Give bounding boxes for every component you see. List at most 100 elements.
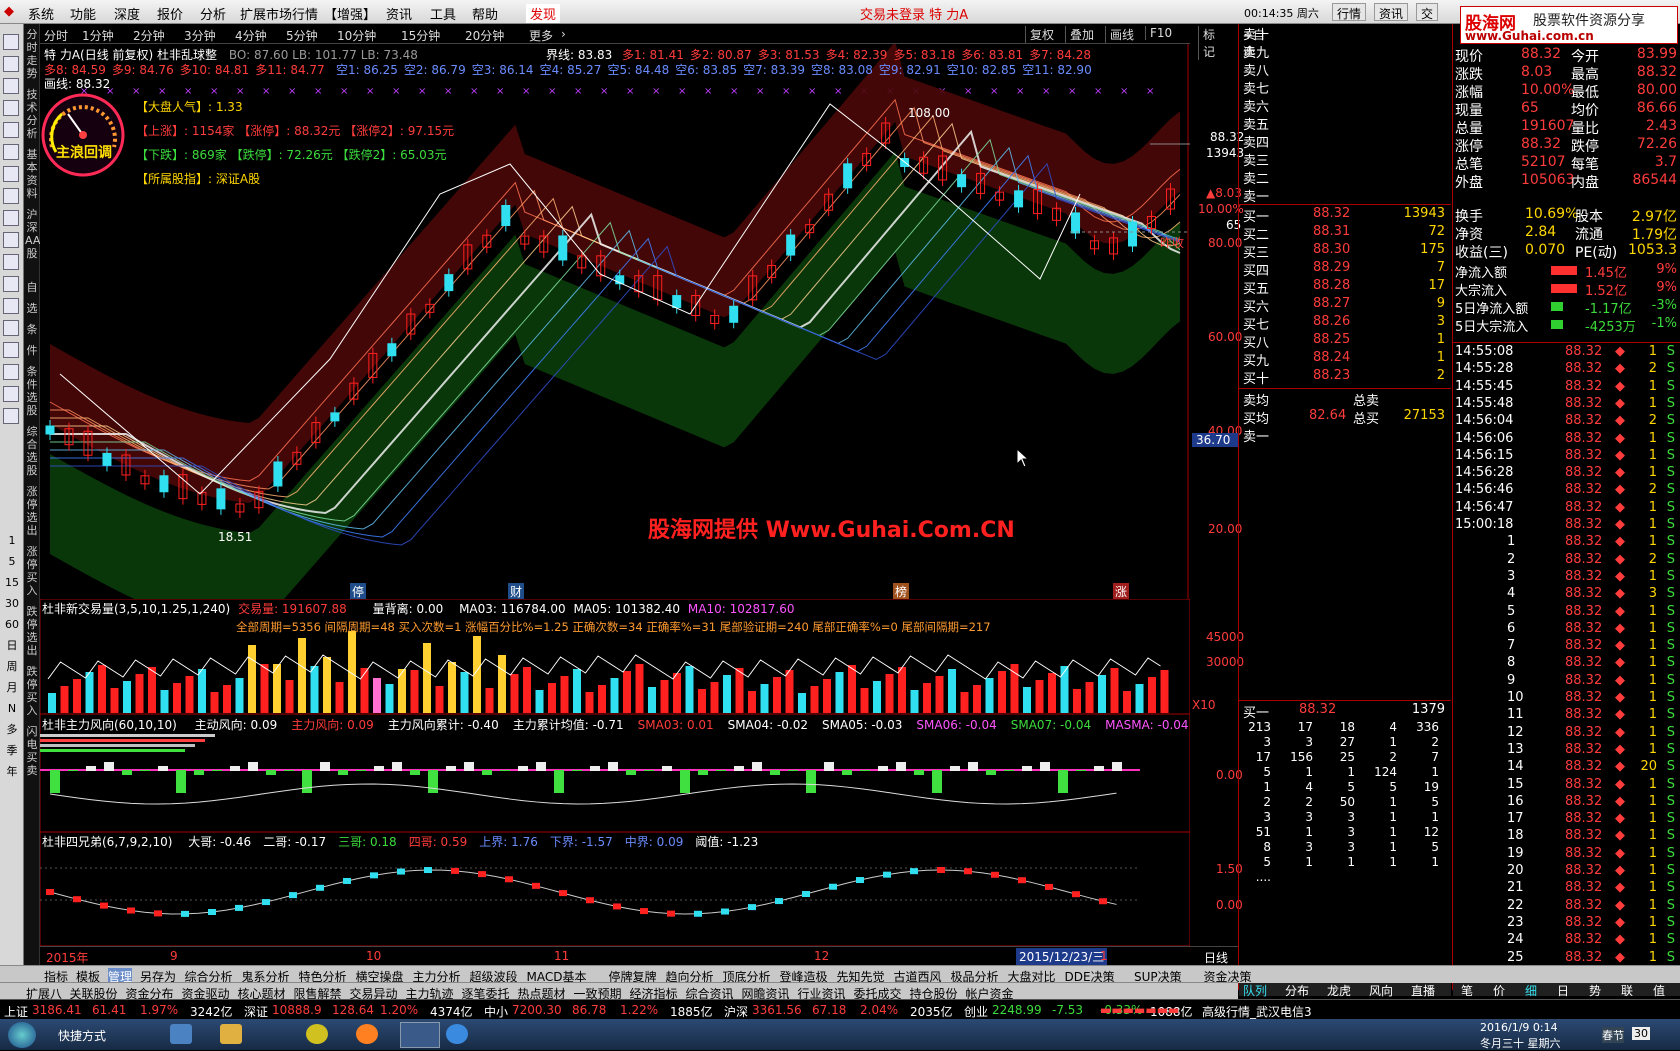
bar-icon[interactable] xyxy=(3,276,19,292)
menu-item-depth[interactable]: 深度 xyxy=(114,4,140,23)
far-right-tab-3[interactable]: 日 xyxy=(1557,982,1569,999)
menu-item-ext-market[interactable]: 扩展市场行情 xyxy=(240,4,318,23)
period-3[interactable]: 3分钟 xyxy=(184,27,216,44)
menu-item-news[interactable]: 资讯 xyxy=(386,4,412,23)
vertical-tab-8[interactable]: 条件选股 xyxy=(25,365,39,417)
f10-icon[interactable] xyxy=(3,254,19,270)
grid-icon[interactable] xyxy=(3,78,19,94)
chart-tool-0[interactable]: 复权 xyxy=(1025,26,1058,43)
chart-tool-3[interactable]: F10 xyxy=(1145,26,1176,40)
move-icon[interactable] xyxy=(3,342,19,358)
formula-icon[interactable] xyxy=(3,408,19,424)
menu-item-function[interactable]: 功能 xyxy=(70,4,96,23)
vertical-tab-10[interactable]: 涨停选出 xyxy=(25,485,39,537)
period-shortcut-8[interactable]: N xyxy=(2,702,22,715)
ime-indicator[interactable]: 春节 xyxy=(1602,1027,1624,1043)
app-logo-icon[interactable]: ◆ xyxy=(4,4,14,19)
market-button[interactable]: 行情 xyxy=(1332,3,1367,21)
period-shortcut-10[interactable]: 季 xyxy=(2,744,22,757)
timeline-mode[interactable]: 日线 xyxy=(1204,949,1228,966)
period-more-chevron-icon[interactable]: › xyxy=(561,27,566,41)
far-right-tab-0[interactable]: 笔 xyxy=(1461,982,1473,999)
menu-item-quote[interactable]: 报价 xyxy=(157,4,183,23)
vertical-tab-12[interactable]: 跌停选出 xyxy=(25,605,39,657)
far-right-tab-1[interactable]: 价 xyxy=(1493,982,1505,999)
right-tab-3[interactable]: 风向 xyxy=(1369,982,1393,999)
folder-icon[interactable] xyxy=(220,1024,242,1044)
vertical-tab-2[interactable]: 基本资料 xyxy=(25,148,39,200)
marker-suspend[interactable]: 停 xyxy=(350,583,367,600)
ticker-name-3[interactable]: 沪深 xyxy=(724,1003,748,1020)
menu-item-analysis[interactable]: 分析 xyxy=(200,4,226,23)
period-8[interactable]: 20分钟 xyxy=(465,27,504,44)
ticker-name-4[interactable]: 创业 xyxy=(964,1003,988,1020)
stock-app-taskbar-button[interactable] xyxy=(400,1022,440,1048)
period-shortcut-2[interactable]: 15 xyxy=(2,576,22,589)
far-right-tab-4[interactable]: 势 xyxy=(1589,982,1601,999)
list-icon[interactable] xyxy=(3,100,19,116)
menu-item-tools[interactable]: 工具 xyxy=(430,4,456,23)
target-icon[interactable] xyxy=(3,298,19,314)
period-shortcut-5[interactable]: 日 xyxy=(2,639,22,652)
info-icon[interactable] xyxy=(3,210,19,226)
vertical-tab-3[interactable]: 沪深AA股 xyxy=(25,208,40,260)
far-right-tab-2[interactable]: 细 xyxy=(1525,982,1537,999)
chart-tool-2[interactable]: 画线 xyxy=(1105,26,1138,43)
vertical-tab-7[interactable]: 件 xyxy=(25,344,39,357)
news-button[interactable]: 资讯 xyxy=(1374,3,1409,21)
period-2[interactable]: 2分钟 xyxy=(133,27,165,44)
period-6[interactable]: 10分钟 xyxy=(337,27,376,44)
vertical-tab-13[interactable]: 跌停买入 xyxy=(25,665,39,717)
chart-tool-4[interactable]: 标记 xyxy=(1198,26,1219,60)
period-shortcut-4[interactable]: 60 xyxy=(2,618,22,631)
period-shortcut-6[interactable]: 周 xyxy=(2,660,22,673)
vertical-tab-0[interactable]: 分时走势 xyxy=(25,28,39,80)
far-right-tab-6[interactable]: 值 xyxy=(1653,982,1665,999)
vertical-tab-5[interactable]: 选 xyxy=(25,302,39,315)
table-icon[interactable] xyxy=(3,166,19,182)
right-tab-4[interactable]: 直播 xyxy=(1411,982,1435,999)
ticker-name-0[interactable]: 上证 xyxy=(4,1003,28,1020)
browser-icon[interactable] xyxy=(356,1024,378,1044)
period-5[interactable]: 5分钟 xyxy=(286,27,318,44)
marker-list[interactable]: 榜 xyxy=(893,583,910,600)
quick-launch-label[interactable]: 快捷方式 xyxy=(58,1027,106,1044)
vertical-tab-1[interactable]: 技术分析 xyxy=(25,88,39,140)
menu-item-discover[interactable]: 发现 xyxy=(526,4,561,23)
period-4[interactable]: 4分钟 xyxy=(235,27,267,44)
calc-icon[interactable] xyxy=(3,144,19,160)
ticker-name-2[interactable]: 中小 xyxy=(484,1003,508,1020)
taskbar-app-icon[interactable] xyxy=(170,1024,192,1044)
ticker-name-1[interactable]: 深证 xyxy=(244,1003,268,1020)
chart-icon[interactable] xyxy=(3,122,19,138)
menu-item-enhance[interactable]: 【增强】 xyxy=(324,4,376,23)
period-0[interactable]: 分时 xyxy=(44,27,68,44)
period-shortcut-0[interactable]: 1 xyxy=(2,534,22,547)
vertical-tab-11[interactable]: 涨停买入 xyxy=(25,545,39,597)
vertical-tab-9[interactable]: 综合选股 xyxy=(25,425,39,477)
far-right-tab-5[interactable]: 联 xyxy=(1621,982,1633,999)
start-button[interactable] xyxy=(8,1022,36,1048)
menu-item-system[interactable]: 系统 xyxy=(28,4,54,23)
taskbar-app2-icon[interactable] xyxy=(306,1024,328,1044)
period-shortcut-1[interactable]: 5 xyxy=(2,555,22,568)
up-arrow-icon[interactable] xyxy=(3,34,19,50)
right-tab-2[interactable]: 龙虎 xyxy=(1327,982,1351,999)
down-arrow-icon[interactable] xyxy=(3,56,19,72)
marker-finance[interactable]: 财 xyxy=(508,583,525,600)
period-9[interactable]: 更多 xyxy=(529,27,553,44)
rsi-icon[interactable] xyxy=(3,320,19,336)
period-shortcut-7[interactable]: 月 xyxy=(2,681,22,694)
period-shortcut-9[interactable]: 多 xyxy=(2,723,22,736)
menu-item-help[interactable]: 帮助 xyxy=(472,4,498,23)
server-name[interactable]: 高级行情_武汉电信3 xyxy=(1202,1003,1312,1020)
pen-icon[interactable] xyxy=(3,364,19,380)
f5-icon[interactable] xyxy=(3,386,19,402)
k-icon[interactable] xyxy=(3,188,19,204)
period-1[interactable]: 1分钟 xyxy=(82,27,114,44)
chart-tool-1[interactable]: 叠加 xyxy=(1065,26,1098,43)
vertical-tab-14[interactable]: 闪电买卖 xyxy=(25,725,39,777)
right-tab-1[interactable]: 分布 xyxy=(1285,982,1309,999)
vertical-tab-4[interactable]: 自 xyxy=(25,281,39,294)
taskbar-app3-icon[interactable] xyxy=(446,1024,468,1044)
